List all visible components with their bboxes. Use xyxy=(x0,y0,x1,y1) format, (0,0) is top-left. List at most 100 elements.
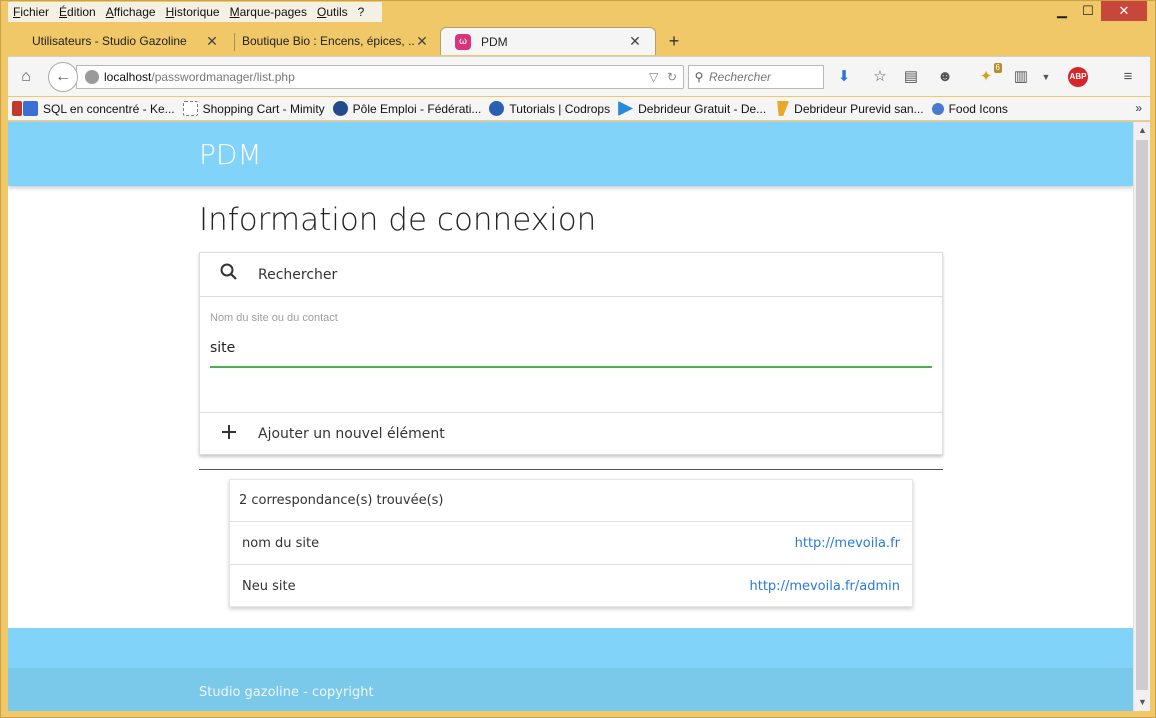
bookmark-label: Shopping Cart - Mimity xyxy=(202,101,325,116)
vertical-scrollbar[interactable]: ▲ ▼ xyxy=(1133,122,1150,711)
scroll-thumb[interactable] xyxy=(1136,140,1148,690)
codrops-favicon-icon xyxy=(489,101,505,116)
bookmark-label: Food Icons xyxy=(948,101,1008,116)
bookmark-food-icons[interactable]: Food Icons xyxy=(931,101,1008,116)
bookmark-label: Pôle Emploi - Fédérati... xyxy=(352,101,482,116)
menu-bar: Fichier Édition Affichage Historique Mar… xyxy=(8,2,382,22)
plus-icon xyxy=(200,420,258,448)
bookmark-sql[interactable]: SQL en concentré - Ke... xyxy=(12,101,175,116)
bookmarks-bar: SQL en concentré - Ke... Shopping Cart -… xyxy=(8,97,1150,121)
bookmark-debrideur-gratuit[interactable]: Debrideur Gratuit - De... xyxy=(618,101,766,116)
clipboard-icon[interactable]: ▥ xyxy=(1011,67,1031,87)
site-header: PDM xyxy=(8,122,1133,186)
url-host: localhost xyxy=(104,70,152,84)
tab-label: Boutique Bio : Encens, épices, ... xyxy=(242,34,414,48)
menu-affichage[interactable]: Affichage xyxy=(101,5,161,19)
bookmark-pole-emploi[interactable]: Pôle Emploi - Fédérati... xyxy=(332,101,482,116)
bookmark-label: Tutorials | Codrops xyxy=(509,101,611,116)
maximize-button[interactable]: ☐ xyxy=(1075,1,1101,21)
url-bar[interactable]: localhost/passwordmanager/list.php ▽ ↻ xyxy=(76,65,684,89)
url-tools: ▽ ↻ xyxy=(649,70,683,84)
bookmark-debrideur-purevid[interactable]: Debrideur Purevid san... xyxy=(774,101,924,116)
list-item[interactable]: nom du site http://mevoila.fr xyxy=(230,522,912,565)
scroll-up-icon[interactable]: ▲ xyxy=(1134,122,1151,139)
menu-historique[interactable]: Historique xyxy=(161,5,225,19)
search-panel-header[interactable]: Rechercher xyxy=(200,253,942,297)
url-path: /passwordmanager/list.php xyxy=(151,70,295,84)
close-window-button[interactable]: ✕ xyxy=(1101,1,1147,21)
chevron-down-icon[interactable]: ▼ xyxy=(1036,67,1056,87)
divider xyxy=(199,469,943,470)
home-icon[interactable]: ⌂ xyxy=(16,67,36,87)
tab-label: Utilisateurs - Studio Gazoline xyxy=(32,34,187,48)
pole-emploi-favicon-icon xyxy=(332,101,348,116)
back-button[interactable]: ← xyxy=(48,62,78,92)
menu-outils[interactable]: Outils xyxy=(312,5,353,19)
menu-edition[interactable]: Édition xyxy=(54,5,101,19)
results-count: 2 correspondance(s) trouvée(s) xyxy=(230,480,912,522)
menu-aide[interactable]: ? xyxy=(353,5,370,19)
result-site-name: nom du site xyxy=(242,535,320,551)
menu-hamburger-icon[interactable]: ≡ xyxy=(1118,67,1138,87)
bookmark-codrops[interactable]: Tutorials | Codrops xyxy=(489,101,610,116)
search-input[interactable] xyxy=(709,70,819,84)
pdm-favicon-icon: ω xyxy=(455,34,471,50)
minimize-button[interactable]: ▁ xyxy=(1049,1,1075,21)
tab-close-icon[interactable]: ✕ xyxy=(414,33,430,50)
menu-fichier[interactable]: Fichier xyxy=(8,5,54,19)
tab-pdm[interactable]: ω PDM ✕ xyxy=(440,27,656,55)
results-list: 2 correspondance(s) trouvée(s) nom du si… xyxy=(229,479,913,607)
dropdown-arrow-icon[interactable]: ▽ xyxy=(649,70,658,84)
tab-close-icon[interactable]: ✕ xyxy=(204,33,220,50)
search-icon xyxy=(200,262,258,288)
window-controls: ▁ ☐ ✕ xyxy=(1049,1,1147,21)
brand-logo[interactable]: PDM xyxy=(199,138,262,171)
result-url-link[interactable]: http://mevoila.fr xyxy=(795,536,900,551)
globe-icon xyxy=(85,70,99,84)
tab-separator xyxy=(234,33,235,51)
result-url-link[interactable]: http://mevoila.fr/admin xyxy=(750,579,901,594)
addon-icon[interactable]: ✦ 6 xyxy=(976,63,1002,87)
food-icons-favicon-icon xyxy=(931,102,944,115)
new-tab-button[interactable]: + xyxy=(664,31,684,51)
sj-favicon-icon xyxy=(12,101,22,116)
tab-strip: Utilisateurs - Studio Gazoline ✕ Boutiqu… xyxy=(8,27,1150,55)
site-contact-field[interactable] xyxy=(210,330,932,368)
url-text[interactable]: localhost/passwordmanager/list.php xyxy=(104,70,649,84)
result-site-name: Neu site xyxy=(242,579,296,594)
page-viewport: PDM Information de connexion Rechercher … xyxy=(8,122,1133,711)
purevid-favicon-icon xyxy=(777,101,790,116)
footer-copyright: Studio gazoline - copyright xyxy=(199,685,374,700)
add-item-label: Ajouter un nouvel élément xyxy=(258,425,445,442)
tab-boutique-bio[interactable]: Boutique Bio : Encens, épices, ... ✕ xyxy=(236,27,442,55)
search-bar[interactable]: ⚲ xyxy=(688,65,824,89)
bookmarks-overflow-icon[interactable]: » xyxy=(1135,101,1142,115)
search-panel: Rechercher Nom du site ou du contact Ajo… xyxy=(199,252,943,455)
footer-copyright-bar: Studio gazoline - copyright xyxy=(8,668,1133,711)
play-icon xyxy=(618,101,634,116)
reading-list-icon[interactable]: ▤ xyxy=(901,67,921,87)
bookmark-label: SQL en concentré - Ke... xyxy=(43,101,175,116)
search-icon: ⚲ xyxy=(694,70,704,84)
site-contact-label: Nom du site ou du contact xyxy=(210,312,338,324)
menu-marque-pages[interactable]: Marque-pages xyxy=(225,5,312,19)
chat-icon[interactable]: ☻ xyxy=(935,67,955,87)
bookmark-label: Debrideur Gratuit - De... xyxy=(638,101,767,116)
search-panel-label: Rechercher xyxy=(258,266,338,283)
bookmark-favicon-icon xyxy=(23,101,38,116)
tab-utilisateurs[interactable]: Utilisateurs - Studio Gazoline ✕ xyxy=(8,27,232,55)
bookmark-star-icon[interactable]: ☆ xyxy=(870,67,890,87)
download-icon[interactable]: ⬇ xyxy=(834,67,854,87)
reload-icon[interactable]: ↻ xyxy=(667,70,677,84)
tab-label: PDM xyxy=(481,34,508,49)
addon-badge: 6 xyxy=(993,63,1002,73)
bookmark-shopping-cart[interactable]: Shopping Cart - Mimity xyxy=(182,101,325,116)
page-title: Information de connexion xyxy=(199,202,597,238)
tab-close-icon[interactable]: ✕ xyxy=(627,33,643,50)
add-item-row[interactable]: Ajouter un nouvel élément xyxy=(200,412,942,454)
browser-window: Fichier Édition Affichage Historique Mar… xyxy=(0,0,1156,718)
scroll-down-icon[interactable]: ▼ xyxy=(1134,694,1151,711)
adblock-icon[interactable]: ABP xyxy=(1068,67,1088,87)
list-item[interactable]: Neu site http://mevoila.fr/admin xyxy=(230,565,912,608)
page-icon xyxy=(182,101,198,116)
